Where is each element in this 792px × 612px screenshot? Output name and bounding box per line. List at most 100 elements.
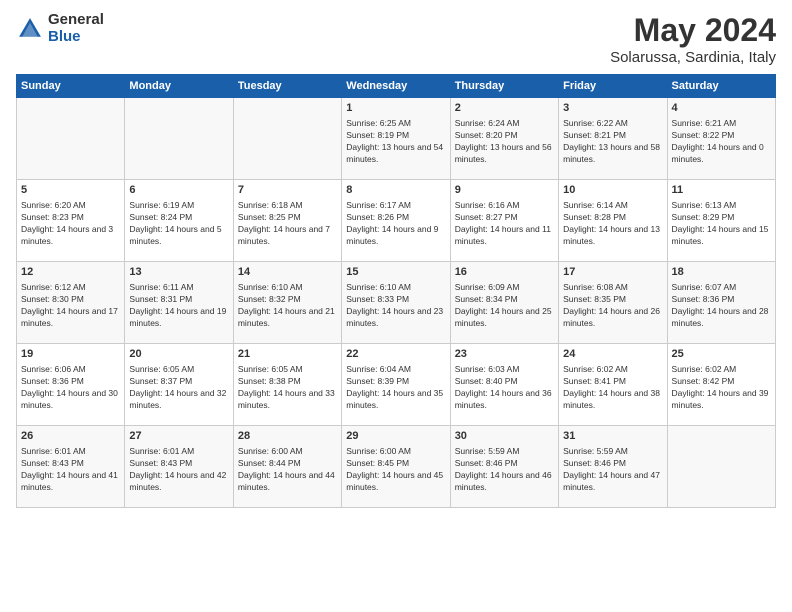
day-cell: 4Sunrise: 6:21 AMSunset: 8:22 PMDaylight… xyxy=(667,98,775,180)
sunrise-text: Sunrise: 6:03 AM xyxy=(455,364,554,376)
day-number: 29 xyxy=(346,429,445,444)
daylight-text: Daylight: 14 hours and 11 minutes. xyxy=(455,224,554,248)
day-number: 31 xyxy=(563,429,662,444)
day-number: 19 xyxy=(21,347,120,362)
day-cell: 24 Sunrise: 6:02 AMSunset: 8:41 PMDayligh… xyxy=(559,344,667,426)
calendar-header: Sunday Monday Tuesday Wednesday Thursday… xyxy=(17,75,776,98)
daylight-text: Daylight: 14 hours and 39 minutes. xyxy=(672,388,771,412)
day-cell: 20Sunrise: 6:05 AMSunset: 8:37 PMDayligh… xyxy=(125,344,233,426)
daylight-text: Daylight: 14 hours and 23 minutes. xyxy=(346,306,445,330)
sunrise-text: Sunrise: 6:08 AM xyxy=(563,282,662,294)
sunset-text: Sunset: 8:44 PM xyxy=(238,458,337,470)
day-cell: 29Sunrise: 6:00 AMSunset: 8:45 PMDayligh… xyxy=(342,426,450,508)
day-number: 14 xyxy=(238,265,337,280)
daylight-text: Daylight: 14 hours and 3 minutes. xyxy=(21,224,120,248)
daylight-text: Daylight: 13 hours and 56 minutes. xyxy=(455,142,554,166)
sunset-text: Sunset: 8:41 PM xyxy=(563,376,662,388)
day-cell: 23Sunrise: 6:03 AMSunset: 8:40 PMDayligh… xyxy=(450,344,558,426)
daylight-text: Daylight: 14 hours and 13 minutes. xyxy=(563,224,662,248)
logo-blue: Blue xyxy=(48,29,104,46)
daylight-text: Daylight: 13 hours and 58 minutes. xyxy=(563,142,662,166)
day-number: 15 xyxy=(346,265,445,280)
day-cell: 7 Sunrise: 6:18 AMSunset: 8:25 PMDaylight… xyxy=(233,180,341,262)
sunrise-text: Sunrise: 6:02 AM xyxy=(672,364,771,376)
logo: General Blue xyxy=(16,12,104,45)
daylight-text: Daylight: 14 hours and 46 minutes. xyxy=(455,470,554,494)
day-cell: 25Sunrise: 6:02 AMSunset: 8:42 PMDayligh… xyxy=(667,344,775,426)
day-number: 8 xyxy=(346,183,445,198)
col-friday: Friday xyxy=(559,75,667,98)
col-monday: Monday xyxy=(125,75,233,98)
daylight-text: Daylight: 14 hours and 32 minutes. xyxy=(129,388,228,412)
day-cell: 22Sunrise: 6:04 AMSunset: 8:39 PMDayligh… xyxy=(342,344,450,426)
sunset-text: Sunset: 8:25 PM xyxy=(238,212,337,224)
daylight-text: Daylight: 14 hours and 7 minutes. xyxy=(238,224,337,248)
week-row-2: 12Sunrise: 6:12 AMSunset: 8:30 PMDayligh… xyxy=(17,262,776,344)
day-number: 13 xyxy=(129,265,228,280)
sunset-text: Sunset: 8:19 PM xyxy=(346,130,445,142)
header-row: Sunday Monday Tuesday Wednesday Thursday… xyxy=(17,75,776,98)
day-number: 16 xyxy=(455,265,554,280)
sunrise-text: Sunrise: 6:24 AM xyxy=(455,118,554,130)
day-cell: 27Sunrise: 6:01 AMSunset: 8:43 PMDayligh… xyxy=(125,426,233,508)
day-cell: 11Sunrise: 6:13 AMSunset: 8:29 PMDayligh… xyxy=(667,180,775,262)
day-cell: 16Sunrise: 6:09 AMSunset: 8:34 PMDayligh… xyxy=(450,262,558,344)
sunset-text: Sunset: 8:36 PM xyxy=(672,294,771,306)
sunrise-text: Sunrise: 6:22 AM xyxy=(563,118,662,130)
sunrise-text: Sunrise: 6:14 AM xyxy=(563,200,662,212)
daylight-text: Daylight: 14 hours and 38 minutes. xyxy=(563,388,662,412)
daylight-text: Daylight: 14 hours and 30 minutes. xyxy=(21,388,120,412)
sunset-text: Sunset: 8:31 PM xyxy=(129,294,228,306)
day-number: 22 xyxy=(346,347,445,362)
day-number: 30 xyxy=(455,429,554,444)
sunset-text: Sunset: 8:28 PM xyxy=(563,212,662,224)
logo-general: General xyxy=(48,12,104,29)
day-cell: 9Sunrise: 6:16 AMSunset: 8:27 PMDaylight… xyxy=(450,180,558,262)
col-saturday: Saturday xyxy=(667,75,775,98)
daylight-text: Daylight: 14 hours and 9 minutes. xyxy=(346,224,445,248)
daylight-text: Daylight: 14 hours and 45 minutes. xyxy=(346,470,445,494)
sunset-text: Sunset: 8:40 PM xyxy=(455,376,554,388)
day-number: 24 xyxy=(563,347,662,362)
page-header: General Blue May 2024 Solarussa, Sardini… xyxy=(16,12,776,66)
week-row-3: 19Sunrise: 6:06 AMSunset: 8:36 PMDayligh… xyxy=(17,344,776,426)
day-number: 7 xyxy=(238,183,337,198)
sunrise-text: Sunrise: 6:18 AM xyxy=(238,200,337,212)
sunrise-text: Sunrise: 6:01 AM xyxy=(129,446,228,458)
sunrise-text: Sunrise: 6:17 AM xyxy=(346,200,445,212)
day-cell: 1Sunrise: 6:25 AMSunset: 8:19 PMDaylight… xyxy=(342,98,450,180)
sunset-text: Sunset: 8:26 PM xyxy=(346,212,445,224)
sunset-text: Sunset: 8:21 PM xyxy=(563,130,662,142)
day-number: 25 xyxy=(672,347,771,362)
calendar-table: Sunday Monday Tuesday Wednesday Thursday… xyxy=(16,74,776,508)
sunrise-text: Sunrise: 6:05 AM xyxy=(238,364,337,376)
sunrise-text: Sunrise: 6:02 AM xyxy=(563,364,662,376)
daylight-text: Daylight: 14 hours and 0 minutes. xyxy=(672,142,771,166)
sunset-text: Sunset: 8:46 PM xyxy=(563,458,662,470)
logo-text: General Blue xyxy=(48,12,104,45)
daylight-text: Daylight: 14 hours and 26 minutes. xyxy=(563,306,662,330)
sunset-text: Sunset: 8:45 PM xyxy=(346,458,445,470)
daylight-text: Daylight: 14 hours and 21 minutes. xyxy=(238,306,337,330)
sunrise-text: Sunrise: 6:20 AM xyxy=(21,200,120,212)
daylight-text: Daylight: 14 hours and 42 minutes. xyxy=(129,470,228,494)
day-cell: 17Sunrise: 6:08 AMSunset: 8:35 PMDayligh… xyxy=(559,262,667,344)
day-number: 3 xyxy=(563,101,662,116)
sunrise-text: Sunrise: 6:19 AM xyxy=(129,200,228,212)
daylight-text: Daylight: 13 hours and 54 minutes. xyxy=(346,142,445,166)
sunset-text: Sunset: 8:33 PM xyxy=(346,294,445,306)
daylight-text: Daylight: 14 hours and 19 minutes. xyxy=(129,306,228,330)
day-cell xyxy=(233,98,341,180)
day-cell: 6Sunrise: 6:19 AMSunset: 8:24 PMDaylight… xyxy=(125,180,233,262)
sunset-text: Sunset: 8:43 PM xyxy=(21,458,120,470)
sunrise-text: Sunrise: 6:04 AM xyxy=(346,364,445,376)
day-number: 11 xyxy=(672,183,771,198)
day-number: 27 xyxy=(129,429,228,444)
day-number: 9 xyxy=(455,183,554,198)
month-title: May 2024 xyxy=(610,12,776,49)
title-block: May 2024 Solarussa, Sardinia, Italy xyxy=(610,12,776,66)
sunset-text: Sunset: 8:36 PM xyxy=(21,376,120,388)
week-row-1: 5Sunrise: 6:20 AMSunset: 8:23 PMDaylight… xyxy=(17,180,776,262)
sunrise-text: Sunrise: 6:10 AM xyxy=(238,282,337,294)
sunset-text: Sunset: 8:38 PM xyxy=(238,376,337,388)
